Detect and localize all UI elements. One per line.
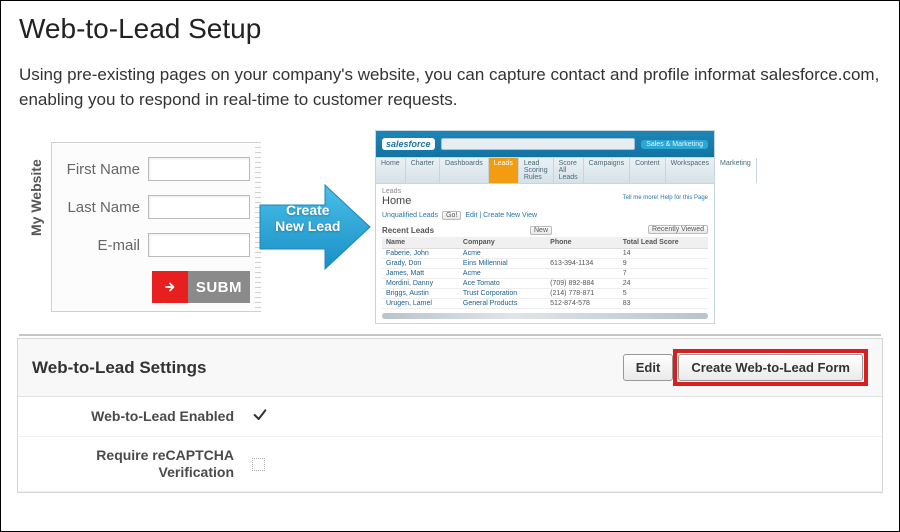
sf-tab: Leads — [489, 158, 519, 183]
sf-tab: Score All Leads — [554, 158, 584, 183]
last-name-input — [148, 195, 250, 219]
salesforce-preview: salesforce Sales & Marketing HomeCharter… — [375, 130, 715, 324]
first-name-label: First Name — [62, 161, 148, 178]
enabled-label: Web-to-Lead Enabled — [32, 408, 252, 425]
create-new-lead-arrow: Create New Lead — [255, 167, 375, 287]
section-divider — [19, 334, 881, 336]
table-row: Faberie, JohnAcme14 — [382, 249, 708, 259]
edit-button[interactable]: Edit — [623, 354, 674, 381]
salesforce-logo: salesforce — [382, 138, 435, 150]
table-row: Grady, DonEins Millennial613-394-11349 — [382, 259, 708, 269]
table-row: Briggs, AustinTrust Corporation(214) 778… — [382, 289, 708, 299]
sf-tab: Dashboards — [440, 158, 489, 183]
email-label: E-mail — [62, 237, 148, 254]
sf-tab: Marketing — [715, 158, 757, 183]
table-row: Mordini, DannyAce Tomato(709) 892-88424 — [382, 279, 708, 289]
highlight-box: Create Web-to-Lead Form — [673, 349, 868, 386]
sample-form: First Name Last Name E-mail SUBM — [51, 142, 261, 312]
table-row: Urugen, LamelGeneral Products512-874-578… — [382, 299, 708, 309]
sf-app-chip: Sales & Marketing — [641, 140, 708, 149]
illustration: My Website First Name Last Name E-mail S — [27, 130, 881, 324]
sf-tab: Content — [630, 158, 666, 183]
setting-row-recaptcha: Require reCAPTCHA Verification — [18, 437, 882, 492]
table-row: James, MattAcme7 — [382, 269, 708, 279]
recaptcha-label: Require reCAPTCHA Verification — [32, 447, 252, 481]
checkbox-empty-icon — [252, 458, 265, 471]
sf-search-input — [441, 138, 636, 150]
last-name-label: Last Name — [62, 199, 148, 216]
sf-bottom-sep — [382, 313, 708, 319]
first-name-input — [148, 157, 250, 181]
my-website-label: My Website — [28, 218, 44, 236]
sf-tab: Workspaces — [666, 158, 715, 183]
sf-tab: Lead Scoring Rules — [519, 158, 554, 183]
web-to-lead-settings-panel: Web-to-Lead Settings Edit Create Web-to-… — [17, 338, 883, 493]
sf-tab: Charter — [406, 158, 440, 183]
intro-text: Using pre-existing pages on your company… — [19, 63, 881, 112]
settings-heading: Web-to-Lead Settings — [32, 358, 206, 378]
sf-tab: Home — [376, 158, 406, 183]
check-icon — [252, 410, 268, 426]
arrow-right-icon — [152, 271, 188, 303]
page-title: Web-to-Lead Setup — [19, 13, 881, 45]
email-input — [148, 233, 250, 257]
sf-tab: Campaigns — [584, 158, 630, 183]
setting-row-enabled: Web-to-Lead Enabled — [18, 397, 882, 437]
sf-leads-table: NameCompanyPhoneTotal Lead ScoreFaberie,… — [382, 237, 708, 309]
create-web-to-lead-form-button[interactable]: Create Web-to-Lead Form — [678, 354, 863, 381]
sample-submit-button: SUBM — [152, 271, 250, 303]
